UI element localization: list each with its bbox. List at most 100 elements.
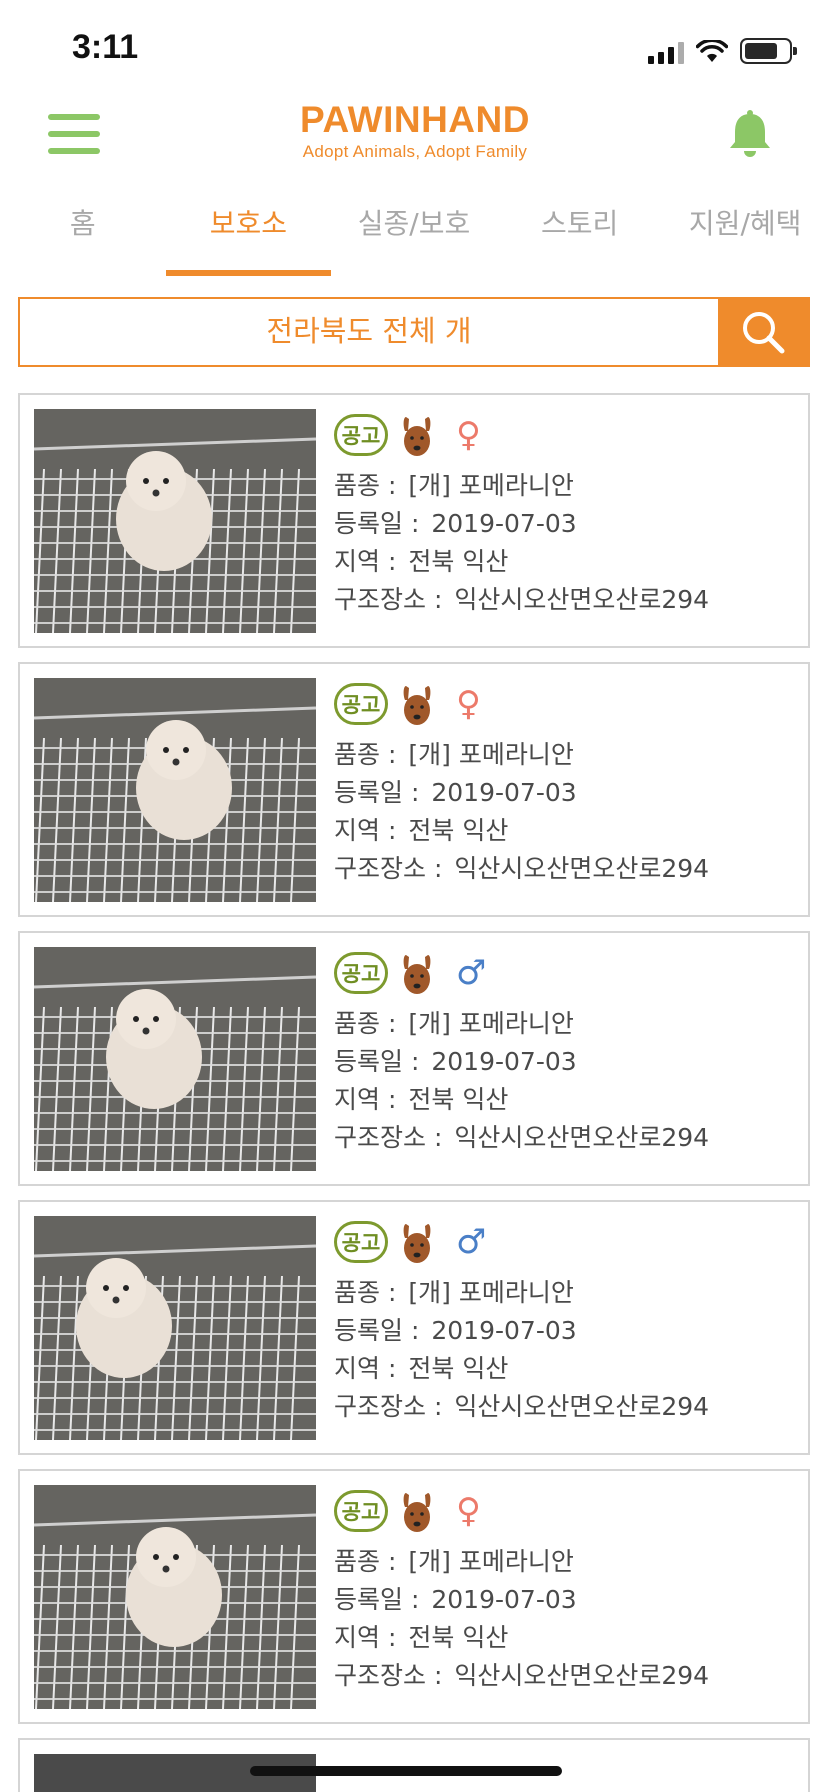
date-label: 등록일 : <box>334 778 420 807</box>
region-value: 전북 익산 <box>408 547 509 576</box>
search-button[interactable] <box>718 299 808 365</box>
animal-card[interactable]: 공고 ♀ 품종 : [개] 포메라니안 등록일 : 2019-07-03 지역 : 전… <box>18 662 810 917</box>
breed-row: 품종 : [개] 포메라니안 <box>334 736 798 774</box>
search-bar: 전라북도 전체 개 <box>18 297 810 367</box>
date-row: 등록일 : 2019-07-03 <box>334 774 798 812</box>
badge-row: 공고 ♀ <box>334 411 798 459</box>
region-row: 지역 : 전북 익산 <box>334 812 798 850</box>
date-row: 등록일 : 2019-07-03 <box>334 1043 798 1081</box>
rescue-place-label: 구조장소 : <box>334 854 443 883</box>
date-row: 등록일 : 2019-07-03 <box>334 1312 798 1350</box>
tab-shelter[interactable]: 보호소 <box>165 190 332 276</box>
breed-value: [개] 포메라니안 <box>408 1547 574 1576</box>
region-value: 전북 익산 <box>408 1085 509 1114</box>
tab-story[interactable]: 스토리 <box>497 190 663 276</box>
rescue-place-label: 구조장소 : <box>334 1392 443 1421</box>
animal-photo <box>34 409 316 633</box>
animal-card[interactable]: 공고 ♂ 품종 : [개] 포메라니안 등록일 : 2019-07-03 지역 : 전… <box>18 931 810 1186</box>
dog-icon <box>403 1224 431 1263</box>
notice-badge: 공고 <box>334 1221 388 1263</box>
rescue-place-label: 구조장소 : <box>334 1123 443 1152</box>
animal-photo <box>34 947 316 1171</box>
animal-card-partial[interactable] <box>18 1738 810 1792</box>
notice-badge: 공고 <box>334 952 388 994</box>
rescue-place-row: 구조장소 : 익산시오산면오산로294 <box>334 581 798 619</box>
sex-icon: ♀ <box>456 1491 481 1531</box>
bell-icon[interactable] <box>726 108 774 160</box>
notice-badge: 공고 <box>334 414 388 456</box>
date-value: 2019-07-03 <box>431 1316 577 1345</box>
search-filter-field[interactable]: 전라북도 전체 개 <box>20 299 718 365</box>
rescue-place-label: 구조장소 : <box>334 585 443 614</box>
tab-lost-protected[interactable]: 실종/보호 <box>331 190 497 276</box>
logo-subtitle: Adopt Animals, Adopt Family <box>302 142 528 161</box>
dog-icon <box>403 955 431 994</box>
region-row: 지역 : 전북 익산 <box>334 543 798 581</box>
tab-home[interactable]: 홈 <box>0 190 166 276</box>
date-label: 등록일 : <box>334 1316 420 1345</box>
breed-row: 품종 : [개] 포메라니안 <box>334 1543 798 1581</box>
date-row: 등록일 : 2019-07-03 <box>334 1581 798 1619</box>
animal-photo <box>34 1485 316 1709</box>
rescue-place-value: 익산시오산면오산로294 <box>454 854 710 883</box>
animal-info: 공고 ♀ 품종 : [개] 포메라니안 등록일 : 2019-07-03 지역 : 전… <box>334 680 798 888</box>
wifi-icon <box>696 40 728 62</box>
animal-info: 공고 ♀ 품종 : [개] 포메라니안 등록일 : 2019-07-03 지역 : 전… <box>334 411 798 619</box>
battery-icon <box>740 38 797 64</box>
status-bar: 3:11 <box>0 0 828 100</box>
sex-icon: ♂ <box>456 1222 487 1262</box>
rescue-place-value: 익산시오산면오산로294 <box>454 1123 710 1152</box>
dog-icon <box>403 417 431 456</box>
region-value: 전북 익산 <box>408 816 509 845</box>
animal-info: 공고 ♂ 품종 : [개] 포메라니안 등록일 : 2019-07-03 지역 : 전… <box>334 949 798 1157</box>
date-row: 등록일 : 2019-07-03 <box>334 505 798 543</box>
animal-info: 공고 ♀ 품종 : [개] 포메라니안 등록일 : 2019-07-03 지역 : 전… <box>334 1487 798 1695</box>
status-icons <box>648 36 797 64</box>
region-row: 지역 : 전북 익산 <box>334 1350 798 1388</box>
region-label: 지역 : <box>334 1354 397 1383</box>
region-label: 지역 : <box>334 1085 397 1114</box>
breed-label: 품종 : <box>334 740 397 769</box>
status-time: 3:11 <box>72 28 139 66</box>
animal-card[interactable]: 공고 ♀ 품종 : [개] 포메라니안 등록일 : 2019-07-03 지역 : 전… <box>18 1469 810 1724</box>
rescue-place-row: 구조장소 : 익산시오산면오산로294 <box>334 1119 798 1157</box>
rescue-place-value: 익산시오산면오산로294 <box>454 1392 710 1421</box>
notice-badge: 공고 <box>334 1490 388 1532</box>
region-row: 지역 : 전북 익산 <box>334 1619 798 1657</box>
animal-photo <box>34 1216 316 1440</box>
breed-label: 품종 : <box>334 1547 397 1576</box>
tab-support-benefits[interactable]: 지원/혜택 <box>662 190 828 276</box>
animal-card[interactable]: 공고 ♀ 품종 : [개] 포메라니안 등록일 : 2019-07-03 지역 : 전… <box>18 393 810 648</box>
breed-label: 품종 : <box>334 1278 397 1307</box>
sex-icon: ♂ <box>456 953 487 993</box>
search-icon <box>743 312 785 354</box>
dog-icon <box>403 1493 431 1532</box>
date-value: 2019-07-03 <box>431 509 577 538</box>
breed-row: 품종 : [개] 포메라니안 <box>334 1005 798 1043</box>
sex-icon: ♀ <box>456 415 481 455</box>
animal-card[interactable]: 공고 ♂ 품종 : [개] 포메라니안 등록일 : 2019-07-03 지역 : 전… <box>18 1200 810 1455</box>
hamburger-menu-icon[interactable] <box>48 114 100 154</box>
region-label: 지역 : <box>334 1623 397 1652</box>
rescue-place-value: 익산시오산면오산로294 <box>454 1661 710 1690</box>
breed-value: [개] 포메라니안 <box>408 1278 574 1307</box>
home-indicator <box>250 1766 562 1776</box>
date-label: 등록일 : <box>334 509 420 538</box>
region-value: 전북 익산 <box>408 1354 509 1383</box>
breed-value: [개] 포메라니안 <box>408 1009 574 1038</box>
region-row: 지역 : 전북 익산 <box>334 1081 798 1119</box>
app-header: PAWINHAND Adopt Animals, Adopt Family <box>0 90 828 190</box>
breed-label: 품종 : <box>334 471 397 500</box>
date-label: 등록일 : <box>334 1585 420 1614</box>
app-logo[interactable]: PAWINHAND Adopt Animals, Adopt Family <box>260 100 570 162</box>
rescue-place-value: 익산시오산면오산로294 <box>454 585 710 614</box>
notice-badge: 공고 <box>334 683 388 725</box>
badge-row: 공고 ♂ <box>334 1218 798 1266</box>
breed-row: 품종 : [개] 포메라니안 <box>334 467 798 505</box>
breed-label: 품종 : <box>334 1009 397 1038</box>
sex-icon: ♀ <box>456 684 481 724</box>
dog-icon <box>403 686 431 725</box>
cellular-signal-icon <box>648 42 684 64</box>
badge-row: 공고 ♀ <box>334 1487 798 1535</box>
animal-photo <box>34 678 316 902</box>
